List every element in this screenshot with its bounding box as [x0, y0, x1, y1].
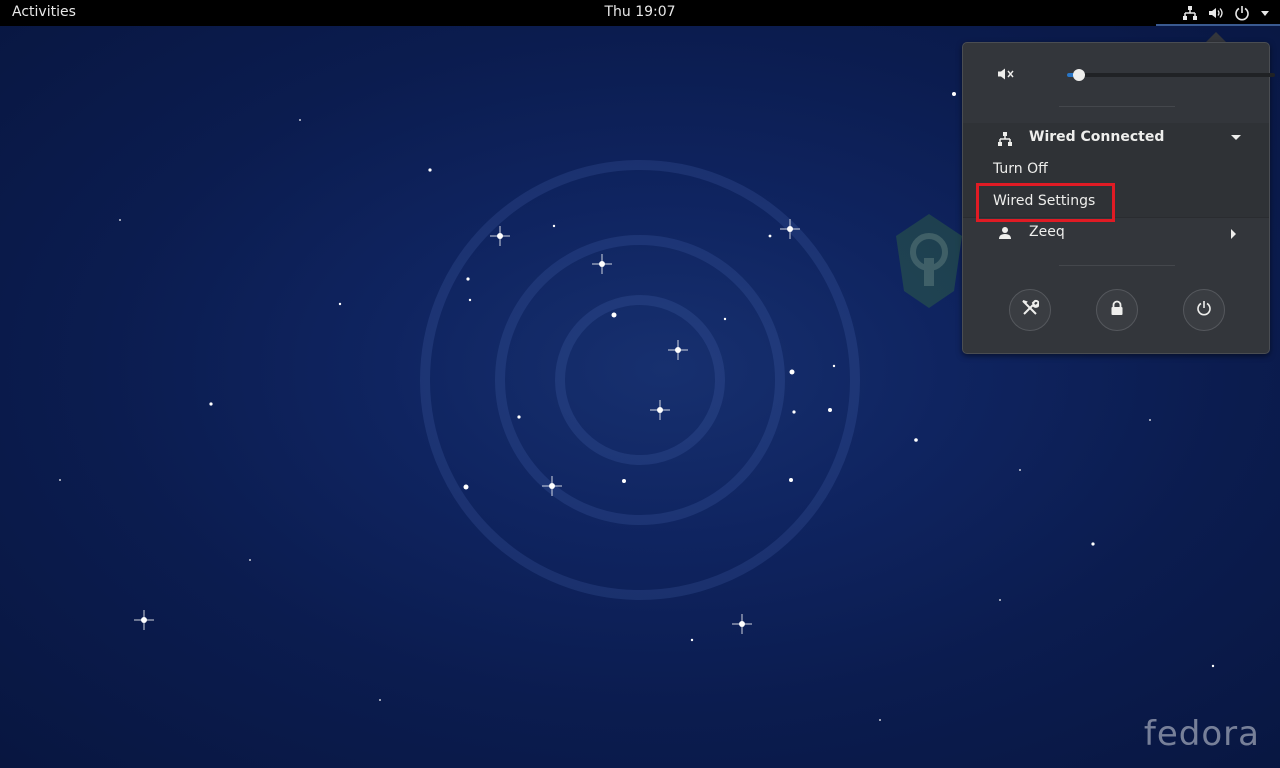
top-bar: Activities Thu 19:07 [0, 0, 1280, 26]
divider [1059, 106, 1175, 107]
network-status-label: Wired Connected [1029, 129, 1165, 145]
clock[interactable]: Thu 19:07 [604, 4, 675, 20]
menu-pointer [1206, 32, 1226, 42]
volume-row [997, 65, 1275, 86]
power-off-button[interactable] [1183, 289, 1225, 331]
speaker-muted-icon [997, 66, 1015, 86]
volume-icon [1208, 5, 1224, 21]
network-wired-icon [997, 131, 1013, 151]
power-icon [1234, 5, 1250, 21]
turn-off-item[interactable]: Turn Off [993, 161, 1048, 177]
network-wired-icon [1182, 5, 1198, 21]
lock-icon [1110, 300, 1124, 320]
volume-slider-handle[interactable] [1073, 69, 1085, 81]
network-submenu-header[interactable]: Wired Connected [963, 123, 1269, 153]
system-tray[interactable] [1182, 0, 1270, 26]
activities-button[interactable]: Activities [12, 4, 76, 20]
volume-slider[interactable] [1067, 69, 1275, 81]
watermark-logo [896, 214, 962, 308]
lock-button[interactable] [1096, 289, 1138, 331]
chevron-right-icon [1231, 229, 1236, 239]
tray-active-indicator [1156, 24, 1280, 26]
power-icon [1196, 300, 1212, 320]
chevron-down-icon [1231, 135, 1241, 140]
chevron-down-icon [1260, 8, 1270, 18]
fedora-logo: fedora [1143, 714, 1260, 754]
